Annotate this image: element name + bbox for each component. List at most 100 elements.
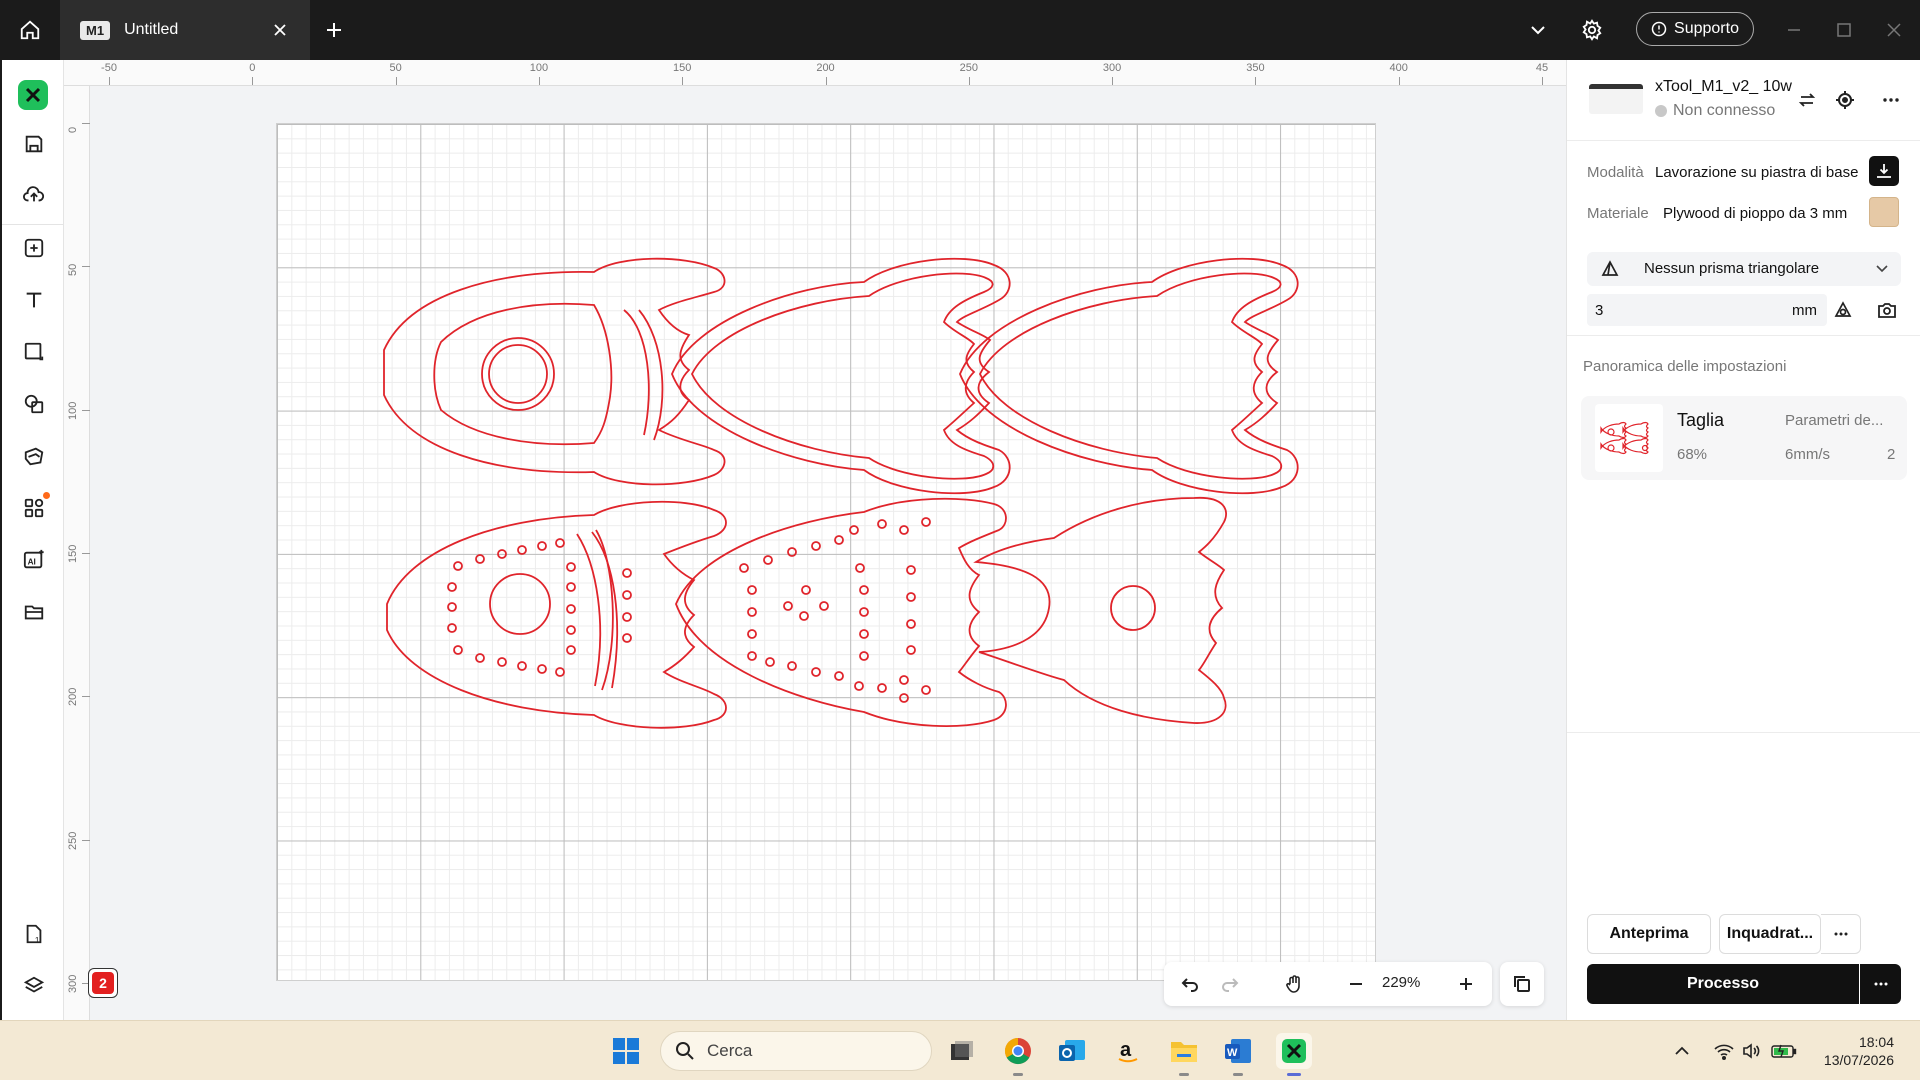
switch-device-icon[interactable] <box>1793 86 1821 114</box>
process-type: Taglia <box>1677 410 1725 430</box>
text-tool-icon[interactable] <box>16 282 52 318</box>
left-toolbar: AI 1 <box>0 60 66 1020</box>
svg-text:a: a <box>1120 1039 1132 1061</box>
design-shapes[interactable] <box>64 60 1566 1020</box>
zoom-in-icon[interactable] <box>1450 968 1482 1000</box>
search-icon <box>676 1042 694 1060</box>
material-library-icon[interactable] <box>16 438 52 474</box>
canvas-area[interactable]: -50 0 50 100 150 200 250 300 350 400 45 0 50 100 150 2… <box>64 60 1566 1020</box>
maximize-icon[interactable] <box>1826 12 1862 48</box>
xtool-creative-space-icon[interactable] <box>1276 1033 1312 1069</box>
title-bar: M1 Untitled Supporto <box>0 0 1920 60</box>
canvas-toolbar: 229% <box>1164 962 1492 1006</box>
chrome-icon[interactable] <box>1000 1033 1036 1069</box>
document-page-icon[interactable]: 1 <box>16 916 52 952</box>
xtool-logo-icon <box>18 80 48 110</box>
rocket-shape-3[interactable] <box>959 257 1299 495</box>
outlook-icon[interactable] <box>1054 1033 1090 1069</box>
task-view-icon[interactable] <box>944 1033 980 1069</box>
process-more-icon[interactable] <box>1860 964 1901 1004</box>
passes-value: 2 <box>1887 446 1896 463</box>
tab-device-badge: M1 <box>80 20 111 40</box>
undo-icon[interactable] <box>1174 968 1206 1000</box>
add-element-icon[interactable] <box>16 230 52 266</box>
home-icon[interactable] <box>12 12 48 48</box>
baseplate-mode-icon[interactable] <box>1869 156 1899 186</box>
redo-icon[interactable] <box>1214 968 1246 1000</box>
support-label: Supporto <box>1674 20 1739 37</box>
svg-text:1: 1 <box>35 936 40 945</box>
support-button[interactable]: Supporto <box>1636 12 1754 46</box>
device-status-label: Non connesso <box>1673 102 1776 119</box>
material-label: Materiale <box>1587 205 1649 222</box>
shapes-icon[interactable] <box>16 386 52 422</box>
power-value: 68% <box>1677 446 1708 463</box>
thickness-input[interactable]: 3 mm <box>1587 294 1827 326</box>
svg-text:AI: AI <box>28 558 36 567</box>
mode-value[interactable]: Lavorazione su piastra di base <box>1655 164 1858 181</box>
clock-date: 13/07/2026 <box>1823 1052 1894 1068</box>
prism-select[interactable]: Nessun prisma triangolare <box>1587 252 1901 286</box>
notification-dot <box>43 492 50 499</box>
chevron-down-icon[interactable] <box>1520 12 1556 48</box>
system-clock[interactable]: 18:04 13/07/2026 <box>1818 1033 1894 1069</box>
mode-label: Modalità <box>1587 164 1644 181</box>
amazon-icon[interactable]: a <box>1110 1033 1146 1069</box>
chevron-up-icon[interactable] <box>1664 1033 1700 1069</box>
windows-start-icon[interactable] <box>608 1033 644 1069</box>
auto-measure-icon[interactable] <box>1829 296 1857 324</box>
material-swatch[interactable] <box>1869 197 1899 227</box>
clock-time: 18:04 <box>1858 1034 1894 1050</box>
close-window-icon[interactable] <box>1876 12 1912 48</box>
add-tab-icon[interactable] <box>316 12 352 48</box>
device-status: Non connesso <box>1655 102 1775 120</box>
taskbar-search[interactable]: Cerca <box>660 1031 932 1071</box>
hand-pan-icon[interactable] <box>1278 968 1310 1000</box>
gear-icon[interactable] <box>1574 12 1610 48</box>
rocket-shape-6[interactable] <box>973 497 1227 724</box>
camera-icon[interactable] <box>1873 296 1901 324</box>
thickness-value: 3 <box>1595 302 1604 319</box>
tab-untitled[interactable]: M1 Untitled <box>60 0 310 60</box>
layers-count-badge[interactable]: 2 <box>88 968 118 998</box>
rocket-shape-2[interactable] <box>671 257 1011 495</box>
material-value[interactable]: Plywood di pioppo da 3 mm <box>1663 205 1847 222</box>
file-explorer-icon[interactable] <box>1166 1033 1202 1069</box>
rocket-shape-5[interactable] <box>675 497 1007 728</box>
save-icon[interactable] <box>16 126 52 162</box>
process-settings-card[interactable]: Taglia Parametri de... 68% 6mm/s 2 <box>1581 396 1907 480</box>
duplicate-icon[interactable] <box>1500 962 1544 1006</box>
prism-value: Nessun prisma triangolare <box>1644 260 1820 277</box>
process-params-label: Parametri de... <box>1785 412 1884 429</box>
settings-overview-title: Panoramica delle impostazioni <box>1583 358 1787 375</box>
chevron-down-icon <box>1876 265 1888 273</box>
device-name: xTool_M1_v2_ 10w <box>1655 78 1792 95</box>
svg-text:W: W <box>1227 1047 1238 1059</box>
tab-title: Untitled <box>124 21 179 38</box>
connect-icon[interactable] <box>1831 86 1859 114</box>
apps-icon[interactable] <box>16 490 52 526</box>
volume-icon[interactable] <box>1734 1033 1770 1069</box>
more-options-icon[interactable] <box>1877 86 1905 114</box>
process-button[interactable]: Processo <box>1587 964 1859 1004</box>
rockets-thumbnail <box>1595 404 1663 472</box>
rectangle-tool-icon[interactable] <box>16 334 52 370</box>
zoom-level[interactable]: 229% <box>1382 974 1420 991</box>
rocket-shape-4[interactable] <box>386 500 727 729</box>
battery-icon[interactable] <box>1766 1033 1802 1069</box>
folder-icon[interactable] <box>16 594 52 630</box>
word-icon[interactable]: W <box>1220 1033 1256 1069</box>
status-dot-icon <box>1655 105 1667 117</box>
zoom-out-icon[interactable] <box>1340 968 1372 1000</box>
ai-tool-icon[interactable]: AI <box>16 542 52 578</box>
preview-button[interactable]: Anteprima <box>1587 914 1711 954</box>
minimize-icon[interactable] <box>1776 12 1812 48</box>
speed-value: 6mm/s <box>1785 446 1830 463</box>
close-icon[interactable] <box>268 18 292 42</box>
thickness-unit: mm <box>1792 302 1817 319</box>
layers-icon[interactable] <box>16 968 52 1004</box>
support-icon <box>1651 21 1667 37</box>
cloud-upload-icon[interactable] <box>16 176 52 212</box>
framing-more-icon[interactable] <box>1821 914 1861 954</box>
framing-button[interactable]: Inquadrat... <box>1719 914 1821 954</box>
